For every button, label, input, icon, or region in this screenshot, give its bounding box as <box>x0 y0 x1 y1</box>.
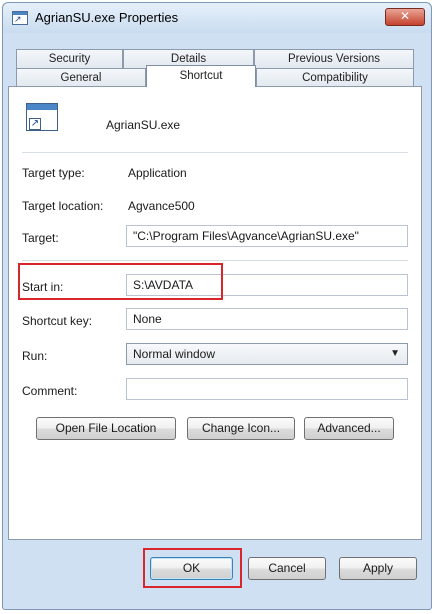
run-label: Run: <box>22 349 48 363</box>
tab-label: Details <box>170 53 207 65</box>
run-select-value: Normal window <box>133 347 216 361</box>
shortcut-key-input[interactable]: None <box>126 308 408 330</box>
button-label: Apply <box>362 561 394 575</box>
comment-input[interactable] <box>126 378 408 400</box>
tab-previous-versions[interactable]: Previous Versions <box>254 49 414 68</box>
close-icon: ✕ <box>399 9 411 23</box>
target-label: Target: <box>22 231 59 245</box>
target-location-value: Agvance500 <box>128 199 195 213</box>
tab-label: Compatibility <box>302 72 368 84</box>
shortcut-title-icon <box>12 11 28 25</box>
button-label: Open File Location <box>55 421 157 435</box>
chevron-down-icon: ▼ <box>390 348 400 359</box>
button-label: Change Icon... <box>201 421 281 435</box>
tab-compatibility[interactable]: Compatibility <box>256 68 414 87</box>
target-type-label: Target type: <box>22 166 85 180</box>
separator <box>22 260 408 261</box>
target-input[interactable]: "C:\Program Files\Agvance\AgrianSU.exe" <box>126 225 408 247</box>
tab-security[interactable]: Security <box>16 49 123 68</box>
cancel-button[interactable]: Cancel <box>248 557 326 580</box>
target-location-label: Target location: <box>22 199 104 213</box>
shortcut-app-icon: ↗ <box>26 103 58 131</box>
tab-general[interactable]: General <box>16 68 146 87</box>
button-label: Cancel <box>268 561 306 575</box>
run-select[interactable]: Normal window ▼ <box>126 343 408 365</box>
title-bar[interactable]: AgrianSU.exe Properties ✕ <box>3 3 431 33</box>
tab-shortcut[interactable]: Shortcut <box>146 65 256 87</box>
separator <box>22 152 408 153</box>
comment-label: Comment: <box>22 384 78 398</box>
shortcut-key-label: Shortcut key: <box>22 314 93 328</box>
open-file-location-button[interactable]: Open File Location <box>36 417 176 440</box>
apply-button[interactable]: Apply <box>339 557 417 580</box>
tab-label: General <box>60 72 102 84</box>
button-label: Advanced... <box>317 421 381 435</box>
ok-highlight <box>143 548 242 588</box>
target-type-value: Application <box>128 166 187 180</box>
tab-label: Shortcut <box>179 70 223 82</box>
close-button[interactable]: ✕ <box>385 8 425 26</box>
start-in-highlight <box>18 263 223 300</box>
change-icon-button[interactable]: Change Icon... <box>187 417 295 440</box>
window-title: AgrianSU.exe Properties <box>35 10 179 25</box>
tab-label: Previous Versions <box>287 53 381 65</box>
advanced-button[interactable]: Advanced... <box>304 417 394 440</box>
shortcut-name: AgrianSU.exe <box>106 118 181 132</box>
tab-label: Security <box>48 53 91 65</box>
